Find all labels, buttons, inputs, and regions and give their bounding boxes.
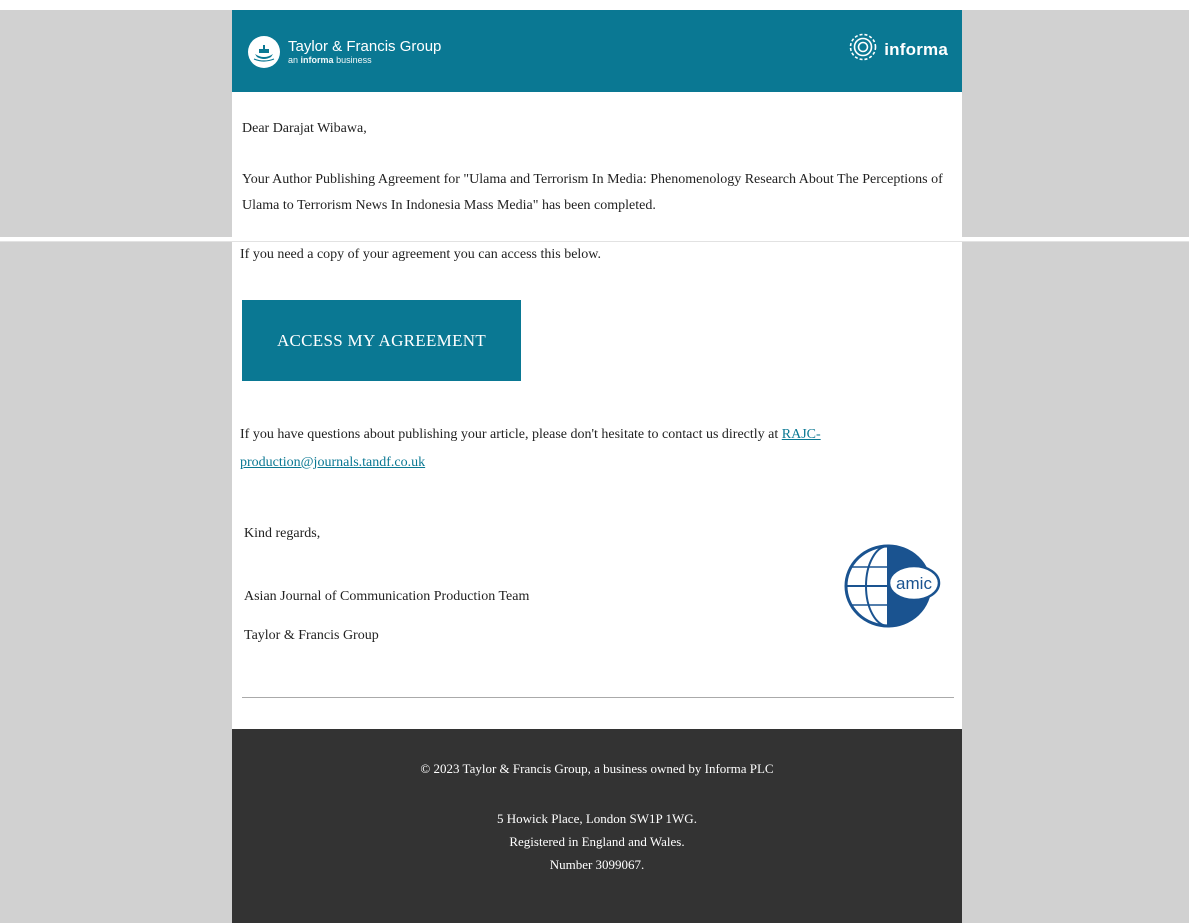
- team-name: Asian Journal of Communication Productio…: [244, 589, 530, 604]
- tf-ship-logo-icon: [248, 36, 280, 68]
- informa-swirl-icon: [848, 32, 878, 67]
- footer-divider: [242, 697, 954, 698]
- questions-text: If you have questions about publishing y…: [240, 427, 782, 442]
- informa-label: informa: [884, 39, 948, 59]
- footer-copyright: © 2023 Taylor & Francis Group, a busines…: [420, 761, 774, 776]
- email-container: Taylor & Francis Group an informa busine…: [232, 10, 962, 923]
- amic-logo-text: amic: [896, 574, 932, 593]
- informa-logo[interactable]: informa: [848, 32, 948, 67]
- completion-message: Your Author Publishing Agreement for "Ul…: [242, 172, 943, 213]
- closing: Kind regards,: [244, 526, 321, 541]
- questions-paragraph: If you have questions about publishing y…: [240, 421, 940, 477]
- company-name: Taylor & Francis Group: [244, 628, 379, 643]
- access-agreement-button[interactable]: ACCESS MY AGREEMENT: [242, 300, 521, 381]
- greeting: Dear Darajat Wibawa,: [242, 121, 367, 136]
- footer-address: 5 Howick Place, London SW1P 1WG.: [497, 811, 697, 826]
- left-background: [0, 10, 232, 923]
- amic-globe-icon: amic: [842, 543, 942, 634]
- email-header: Taylor & Francis Group an informa busine…: [232, 10, 962, 92]
- right-background: [962, 10, 1189, 923]
- footer-company-number: Number 3099067.: [549, 857, 645, 872]
- top-strip: [0, 0, 1189, 10]
- brand-tagline: an informa business: [288, 54, 372, 65]
- brand-name: Taylor & Francis Group: [288, 37, 442, 55]
- taylor-francis-logo[interactable]: Taylor & Francis Group an informa busine…: [248, 36, 441, 68]
- email-footer: © 2023 Taylor & Francis Group, a busines…: [232, 729, 962, 923]
- footer-registration: Registered in England and Wales.: [509, 834, 685, 849]
- copy-note: If you need a copy of your agreement you…: [240, 247, 602, 262]
- screenshot-seam: [0, 237, 1189, 241]
